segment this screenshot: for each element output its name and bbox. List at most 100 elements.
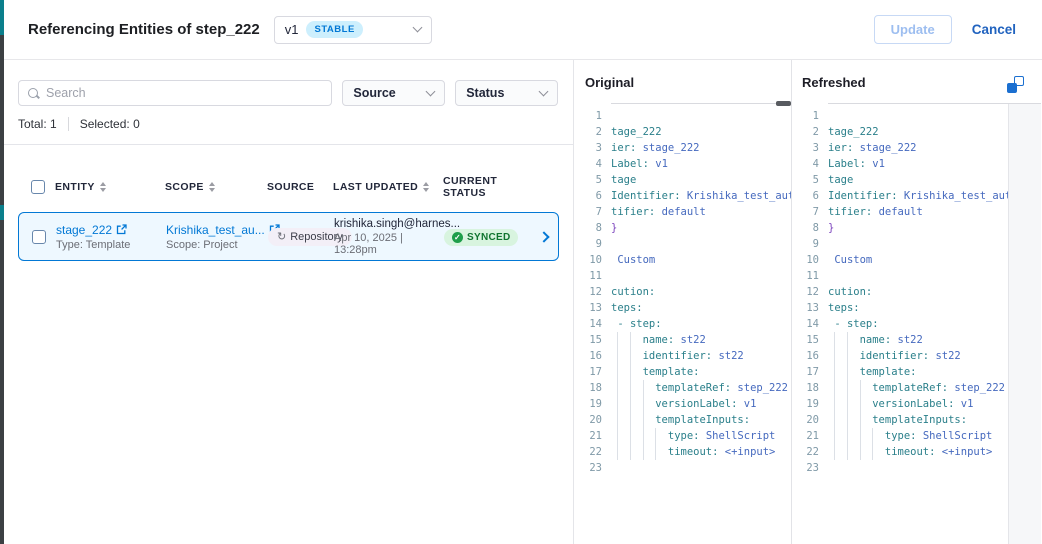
code-line: 14 - step: [575, 316, 791, 332]
refreshed-code[interactable]: 12tage_2223ier: stage_2224Label: v15tage… [792, 104, 1008, 476]
code-line: 13teps: [575, 300, 791, 316]
selected-count: Selected: 0 [80, 117, 140, 131]
sort-icon[interactable] [209, 182, 215, 192]
code-line: 18templateRef: step_222 [575, 380, 791, 396]
code-line: 6Identifier: Krishika_test_aut [575, 188, 791, 204]
chevron-down-icon [426, 87, 436, 97]
code-line: 12cution: [792, 284, 1008, 300]
search-input-wrap[interactable] [18, 80, 332, 106]
code-line: 9 [575, 236, 791, 252]
code-line: 1 [575, 108, 791, 124]
table-row[interactable]: stage_222 Type: Template Krishika_test_a… [18, 212, 559, 261]
original-code[interactable]: 12tage_2223ier: stage_2224Label: v15tage… [575, 104, 791, 476]
code-line: 5tage [792, 172, 1008, 188]
code-line: 8} [792, 220, 1008, 236]
page-edge-strip [0, 0, 4, 544]
code-line: 8} [575, 220, 791, 236]
original-panel-title: Original [585, 75, 634, 90]
scope-link[interactable]: Krishika_test_au... [166, 223, 265, 237]
version-select[interactable]: v1 STABLE [274, 16, 432, 44]
cancel-button[interactable]: Cancel [972, 22, 1016, 37]
code-line: 22timeout: <+input> [575, 444, 791, 460]
search-input[interactable] [46, 86, 323, 100]
table-header: ENTITY SCOPE SOURCE LAST UPDATED CURRENT… [18, 175, 559, 199]
row-expand-chevron-right-icon[interactable] [538, 231, 549, 242]
code-line: 16identifier: st22 [575, 348, 791, 364]
update-button[interactable]: Update [874, 15, 952, 44]
code-line: 21type: ShellScript [792, 428, 1008, 444]
status-badge: ✓ SYNCED [444, 229, 518, 246]
stable-badge: STABLE [306, 21, 362, 38]
referencing-entities-modal: Referencing Entities of step_222 v1 STAB… [0, 0, 1042, 544]
code-line: 10 Custom [575, 252, 791, 268]
select-all-checkbox[interactable] [31, 180, 45, 194]
code-line: 2tage_222 [792, 124, 1008, 140]
header: Referencing Entities of step_222 v1 STAB… [4, 0, 1042, 60]
status-cell: ✓ SYNCED [444, 227, 526, 246]
column-source: SOURCE [267, 181, 333, 193]
refreshed-panel[interactable]: Refreshed 12tage_2223ier: stage_2224Labe… [792, 60, 1008, 544]
entity-link[interactable]: stage_222 [56, 223, 112, 237]
results-summary: Total: 1 Selected: 0 [18, 117, 573, 131]
edge-accent-mid [0, 205, 4, 220]
page-title: Referencing Entities of step_222 [28, 21, 260, 38]
code-line: 13teps: [792, 300, 1008, 316]
column-last-updated[interactable]: LAST UPDATED [333, 181, 443, 193]
column-current-status: CURRENT STATUS [443, 175, 525, 199]
code-line: 17template: [792, 364, 1008, 380]
code-line: 23 [792, 460, 1008, 476]
code-line: 5tage [575, 172, 791, 188]
edge-accent-top [0, 0, 4, 35]
original-panel-header: Original [575, 60, 791, 104]
column-scope[interactable]: SCOPE [165, 181, 267, 193]
code-line: 4Label: v1 [575, 156, 791, 172]
repository-icon: ↻ [277, 232, 286, 243]
chevron-down-icon [412, 23, 422, 33]
code-line: 19versionLabel: v1 [792, 396, 1008, 412]
copy-icon[interactable] [1007, 76, 1024, 93]
code-line: 6Identifier: Krishika_test_aut [792, 188, 1008, 204]
original-panel[interactable]: Original 12tage_2223ier: stage_2224Label… [575, 60, 791, 544]
code-line: 10 Custom [792, 252, 1008, 268]
updated-at: Apr 10, 2025 | 13:28pm [334, 232, 444, 256]
horizontal-scrollbar-thumb[interactable] [776, 101, 791, 106]
section-divider [4, 144, 573, 145]
code-line: 4Label: v1 [792, 156, 1008, 172]
sort-icon[interactable] [423, 182, 429, 192]
external-link-icon[interactable] [116, 224, 127, 235]
code-line: 17template: [575, 364, 791, 380]
entities-section: Source Status Total: 1 Selected: 0 ENTIT… [4, 60, 574, 544]
chevron-down-icon [539, 87, 549, 97]
yaml-diff-section: Original 12tage_2223ier: stage_2224Label… [575, 60, 1042, 544]
source-filter-dropdown[interactable]: Source [342, 80, 445, 106]
code-line: 7tifier: default [575, 204, 791, 220]
updated-by: krishika.singh@harnes... [334, 218, 444, 230]
code-line: 3ier: stage_222 [575, 140, 791, 156]
code-line: 7tifier: default [792, 204, 1008, 220]
last-updated-cell: krishika.singh@harnes... Apr 10, 2025 | … [334, 218, 444, 256]
search-icon [27, 87, 40, 100]
code-line: 21type: ShellScript [575, 428, 791, 444]
code-line: 9 [792, 236, 1008, 252]
code-line: 14 - step: [792, 316, 1008, 332]
code-line: 12cution: [575, 284, 791, 300]
entity-type: Type: Template [56, 239, 166, 251]
sort-icon[interactable] [100, 182, 106, 192]
code-line: 23 [575, 460, 791, 476]
total-count: Total: 1 [18, 117, 57, 131]
code-line: 1 [792, 108, 1008, 124]
code-line: 16identifier: st22 [792, 348, 1008, 364]
code-line: 20templateInputs: [575, 412, 791, 428]
filter-bar: Source Status [18, 80, 558, 106]
synced-check-icon: ✓ [452, 232, 463, 243]
gutter-track[interactable] [1008, 104, 1041, 544]
code-line: 15name: st22 [792, 332, 1008, 348]
row-checkbox[interactable] [32, 230, 46, 244]
code-line: 22timeout: <+input> [792, 444, 1008, 460]
code-line: 18templateRef: step_222 [792, 380, 1008, 396]
refreshed-panel-title: Refreshed [802, 75, 866, 90]
code-line: 2tage_222 [575, 124, 791, 140]
column-entity[interactable]: ENTITY [55, 181, 165, 193]
status-filter-dropdown[interactable]: Status [455, 80, 558, 106]
refreshed-panel-header: Refreshed [792, 60, 1008, 104]
